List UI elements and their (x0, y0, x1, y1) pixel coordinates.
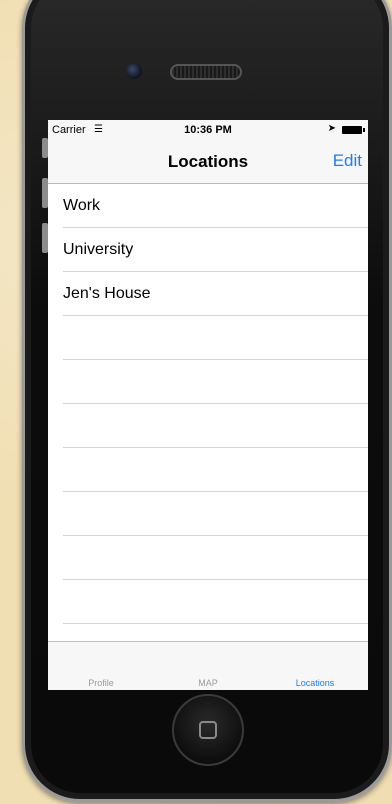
empty-row (48, 404, 368, 448)
location-arrow-icon: ➤ (327, 123, 336, 134)
empty-row (48, 536, 368, 580)
list-item[interactable]: Jen's House (48, 272, 368, 316)
phone-screen: Carrier ☰ 10:36 PM ➤ Locations Edit Work… (48, 120, 368, 690)
edit-button[interactable]: Edit (333, 151, 362, 171)
tab-bar: Profile MAP Locations (48, 641, 368, 690)
front-camera (126, 63, 142, 79)
tab-profile[interactable]: Profile (48, 678, 154, 688)
empty-row (48, 580, 368, 624)
page-title: Locations (167, 152, 249, 171)
battery-icon (342, 126, 365, 134)
list-item-label: Work (63, 197, 101, 214)
list-item[interactable]: Work (48, 184, 368, 228)
home-button[interactable] (172, 694, 244, 766)
status-bar: Carrier ☰ 10:36 PM ➤ (48, 120, 368, 140)
locations-table: Work University Jen's House (48, 184, 368, 668)
tab-locations[interactable]: Locations (262, 678, 368, 688)
empty-row (48, 360, 368, 404)
navigation-bar: Locations Edit (48, 140, 368, 184)
list-item-label: Jen's House (63, 285, 151, 302)
tab-map[interactable]: MAP (155, 678, 261, 688)
empty-row (48, 448, 368, 492)
empty-row (48, 492, 368, 536)
earpiece-speaker (170, 64, 242, 80)
status-time: 10:36 PM (184, 124, 232, 136)
list-item-label: University (63, 241, 134, 258)
home-square-icon (199, 721, 217, 739)
empty-row (48, 316, 368, 360)
list-item[interactable]: University (48, 228, 368, 272)
